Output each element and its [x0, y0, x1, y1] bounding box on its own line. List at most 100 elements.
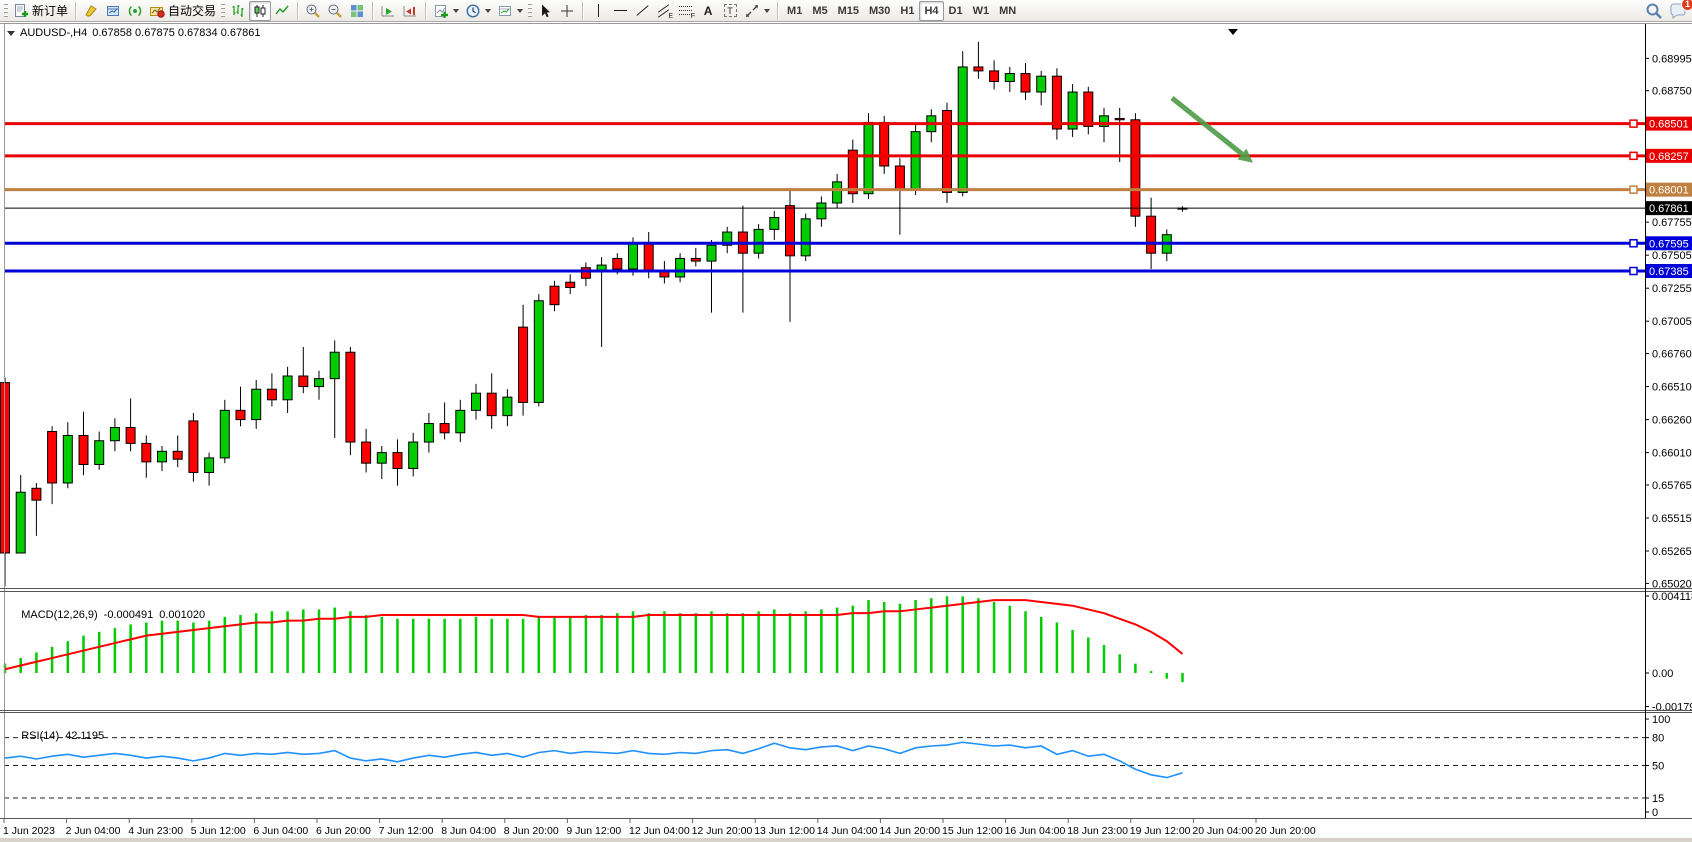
line-handle[interactable] [1630, 268, 1637, 275]
timeframe-m5-button[interactable]: M5 [807, 1, 832, 21]
macd-histogram-bar [569, 617, 572, 673]
date-axis-label: 16 Jun 04:00 [1005, 825, 1066, 837]
toolbar-grip[interactable] [221, 3, 225, 19]
chevron-down-icon[interactable] [7, 31, 15, 36]
macd-histogram-bar [899, 604, 902, 673]
timeframe-d1-button[interactable]: D1 [944, 1, 968, 21]
text-button[interactable]: A [697, 1, 719, 21]
new-order-icon [13, 3, 29, 19]
candlestick-button[interactable] [249, 1, 271, 21]
vertical-line-button[interactable] [587, 1, 609, 21]
text-label-button[interactable]: T [719, 1, 741, 21]
rsi-axis-label: 15 [1652, 793, 1664, 805]
zoom-in-icon [305, 3, 321, 19]
symbol-period-label: AUDUSD-,H4 [20, 27, 87, 39]
periods-button[interactable] [462, 1, 494, 21]
bull-candle [833, 182, 842, 203]
rsi-axis-label: 0 [1652, 807, 1658, 819]
auto-scroll-icon [380, 3, 396, 19]
channel-button[interactable]: E [653, 1, 675, 21]
bull-candle [958, 67, 967, 192]
cursor-button[interactable] [534, 1, 556, 21]
signals-button[interactable] [124, 1, 146, 21]
channel-icon: E [657, 5, 671, 17]
signals-icon [127, 3, 143, 19]
chat-button[interactable]: 1 [1666, 1, 1690, 21]
bull-candle [409, 442, 418, 468]
line-handle[interactable] [1630, 240, 1637, 247]
zoom-in-button[interactable] [302, 1, 324, 21]
macd-histogram-bar [820, 609, 823, 673]
crosshair-button[interactable] [556, 1, 578, 21]
autotrading-button[interactable]: 自动交易 [146, 1, 219, 21]
bear-candle [691, 258, 700, 261]
timeframe-mn-button[interactable]: MN [994, 1, 1021, 21]
arrows-button[interactable] [741, 1, 773, 21]
ohlc-values: 0.67858 0.67875 0.67834 0.67861 [92, 27, 260, 39]
price-axis-label: 0.65265 [1652, 546, 1692, 558]
line-chart-button[interactable] [271, 1, 293, 21]
line-handle[interactable] [1630, 120, 1637, 127]
bull-candle [1005, 74, 1014, 82]
macd-histogram-bar [1103, 645, 1106, 673]
line-handle[interactable] [1630, 152, 1637, 159]
indicators-icon [433, 3, 449, 19]
auto-scroll-button[interactable] [377, 1, 399, 21]
zoom-out-icon [327, 3, 343, 19]
styler-button[interactable] [80, 1, 102, 21]
bear-candle [189, 421, 198, 473]
timeframe-m15-button[interactable]: M15 [833, 1, 864, 21]
macd-histogram-bar [82, 636, 85, 673]
macd-histogram-bar [710, 611, 713, 673]
toolbar-grip[interactable] [4, 3, 8, 19]
chart-title[interactable]: AUDUSD-,H4 0.67858 0.67875 0.67834 0.678… [7, 27, 260, 39]
macd-histogram-bar [836, 608, 839, 673]
macd-histogram-bar [553, 617, 556, 673]
toolbar-grip[interactable] [528, 3, 532, 19]
indicators-button[interactable] [430, 1, 462, 21]
arrows-icon [744, 3, 760, 19]
timeframe-w1-button[interactable]: W1 [968, 1, 995, 21]
chart-window: 0.685010.682570.680010.678610.675950.673… [0, 22, 1692, 842]
bar-chart-button[interactable] [227, 1, 249, 21]
date-axis-label: 8 Jun 04:00 [441, 825, 496, 837]
timeframe-m1-button[interactable]: M1 [782, 1, 807, 21]
bull-candle [817, 203, 826, 219]
fibonacci-button[interactable]: F [675, 1, 697, 21]
price-axis-label: 0.66510 [1652, 382, 1692, 394]
zoom-out-button[interactable] [324, 1, 346, 21]
horizontal-line-button[interactable] [609, 1, 631, 21]
profiles-button[interactable] [102, 1, 124, 21]
price-axis-label: 0.66760 [1652, 349, 1692, 361]
date-axis-label: 14 Jun 04:00 [817, 825, 878, 837]
bear-candle [48, 431, 57, 483]
date-axis-label: 15 Jun 12:00 [942, 825, 1003, 837]
text-icon: A [704, 4, 713, 18]
bull-candle [472, 393, 481, 410]
macd-histogram-bar [365, 615, 368, 673]
bear-candle [32, 488, 41, 500]
line-handle[interactable] [1630, 186, 1637, 193]
date-axis-label: 14 Jun 20:00 [879, 825, 940, 837]
macd-histogram-bar [333, 608, 336, 673]
timeframe-h1-button[interactable]: H1 [895, 1, 919, 21]
macd-histogram-bar [428, 619, 431, 673]
trendline-button[interactable] [631, 1, 653, 21]
timeframe-h4-button[interactable]: H4 [919, 1, 943, 21]
chart-canvas[interactable]: 0.685010.682570.680010.678610.675950.673… [0, 22, 1692, 842]
macd-histogram-bar [271, 611, 274, 673]
tile-windows-button[interactable] [346, 1, 368, 21]
chart-shift-button[interactable] [399, 1, 421, 21]
rsi-axis-label: 80 [1652, 733, 1664, 745]
bear-candle [487, 393, 496, 415]
macd-histogram-bar [679, 613, 682, 673]
timeframe-m30-button[interactable]: M30 [864, 1, 895, 21]
bear-candle [173, 451, 182, 459]
new-order-button[interactable]: 新订单 [10, 1, 71, 21]
macd-histogram-bar [663, 611, 666, 673]
rsi-indicator-label: RSI(14)42.1195 [9, 718, 104, 754]
macd-histogram-bar [852, 606, 855, 673]
templates-button[interactable] [494, 1, 526, 21]
macd-histogram-bar [1134, 664, 1137, 673]
search-button[interactable] [1642, 1, 1666, 21]
